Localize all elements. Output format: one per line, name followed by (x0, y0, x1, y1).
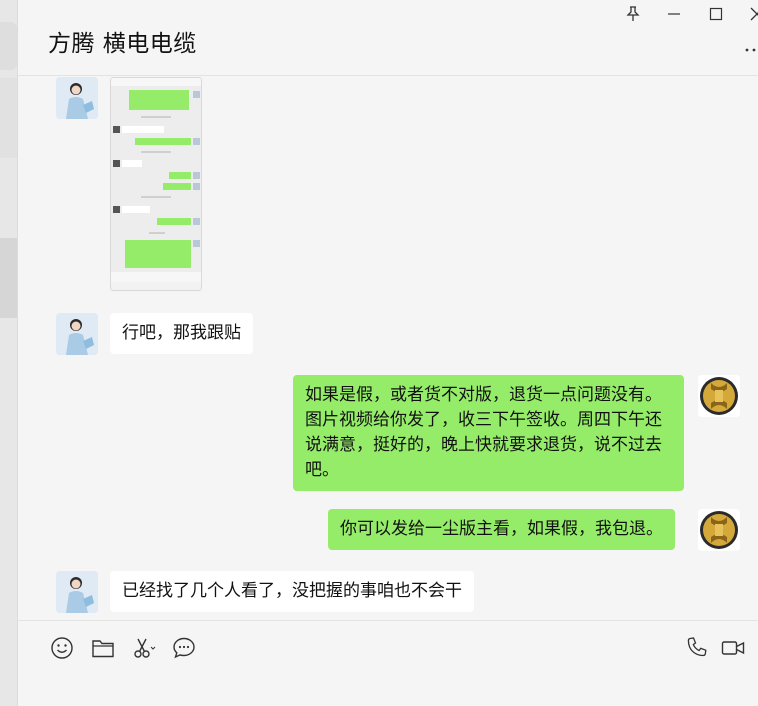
conversation-item-edge[interactable] (0, 78, 17, 158)
chat-header: 方腾 横电电缆 (18, 0, 758, 76)
input-toolbar (18, 620, 758, 706)
more-icon[interactable] (744, 36, 758, 56)
search-box-edge[interactable] (0, 22, 17, 70)
video-icon[interactable] (720, 635, 746, 661)
message-bubble-sent[interactable]: 你可以发给一尘版主看，如果假，我包退。 (328, 509, 675, 550)
message-list[interactable]: 行吧，那我跟贴 如果是假，或者货不对版，退货一点问题没有。图片视频给你发了，收三… (18, 77, 758, 620)
chat-bubble-icon[interactable] (171, 635, 197, 661)
pin-icon[interactable] (623, 6, 643, 26)
emoji-icon[interactable] (49, 635, 75, 661)
my-avatar[interactable] (698, 375, 740, 417)
phone-icon[interactable] (684, 635, 710, 661)
close-icon[interactable] (746, 6, 758, 26)
scissors-icon[interactable] (131, 635, 157, 661)
conversation-item-selected-edge[interactable] (0, 238, 17, 318)
chat-window: 方腾 横电电缆 行吧，那我跟贴 如果是假，或者货不对版，退货一点问题没有。图片视… (0, 0, 758, 706)
chat-title: 方腾 横电电缆 (48, 31, 197, 57)
contact-avatar[interactable] (56, 77, 98, 119)
chat-image-thumbnail[interactable] (110, 77, 202, 291)
conversation-list-edge[interactable] (0, 0, 18, 706)
message-bubble-received[interactable]: 已经找了几个人看了，没把握的事咱也不会干 (110, 571, 474, 612)
contact-avatar[interactable] (56, 571, 98, 613)
my-avatar[interactable] (698, 509, 740, 551)
folder-icon[interactable] (90, 635, 116, 661)
message-bubble-received[interactable]: 行吧，那我跟贴 (110, 313, 253, 354)
minimize-icon[interactable] (664, 6, 684, 26)
contact-avatar[interactable] (56, 313, 98, 355)
message-bubble-sent[interactable]: 如果是假，或者货不对版，退货一点问题没有。图片视频给你发了，收三下午签收。周四下… (293, 375, 684, 491)
maximize-icon[interactable] (706, 6, 726, 26)
